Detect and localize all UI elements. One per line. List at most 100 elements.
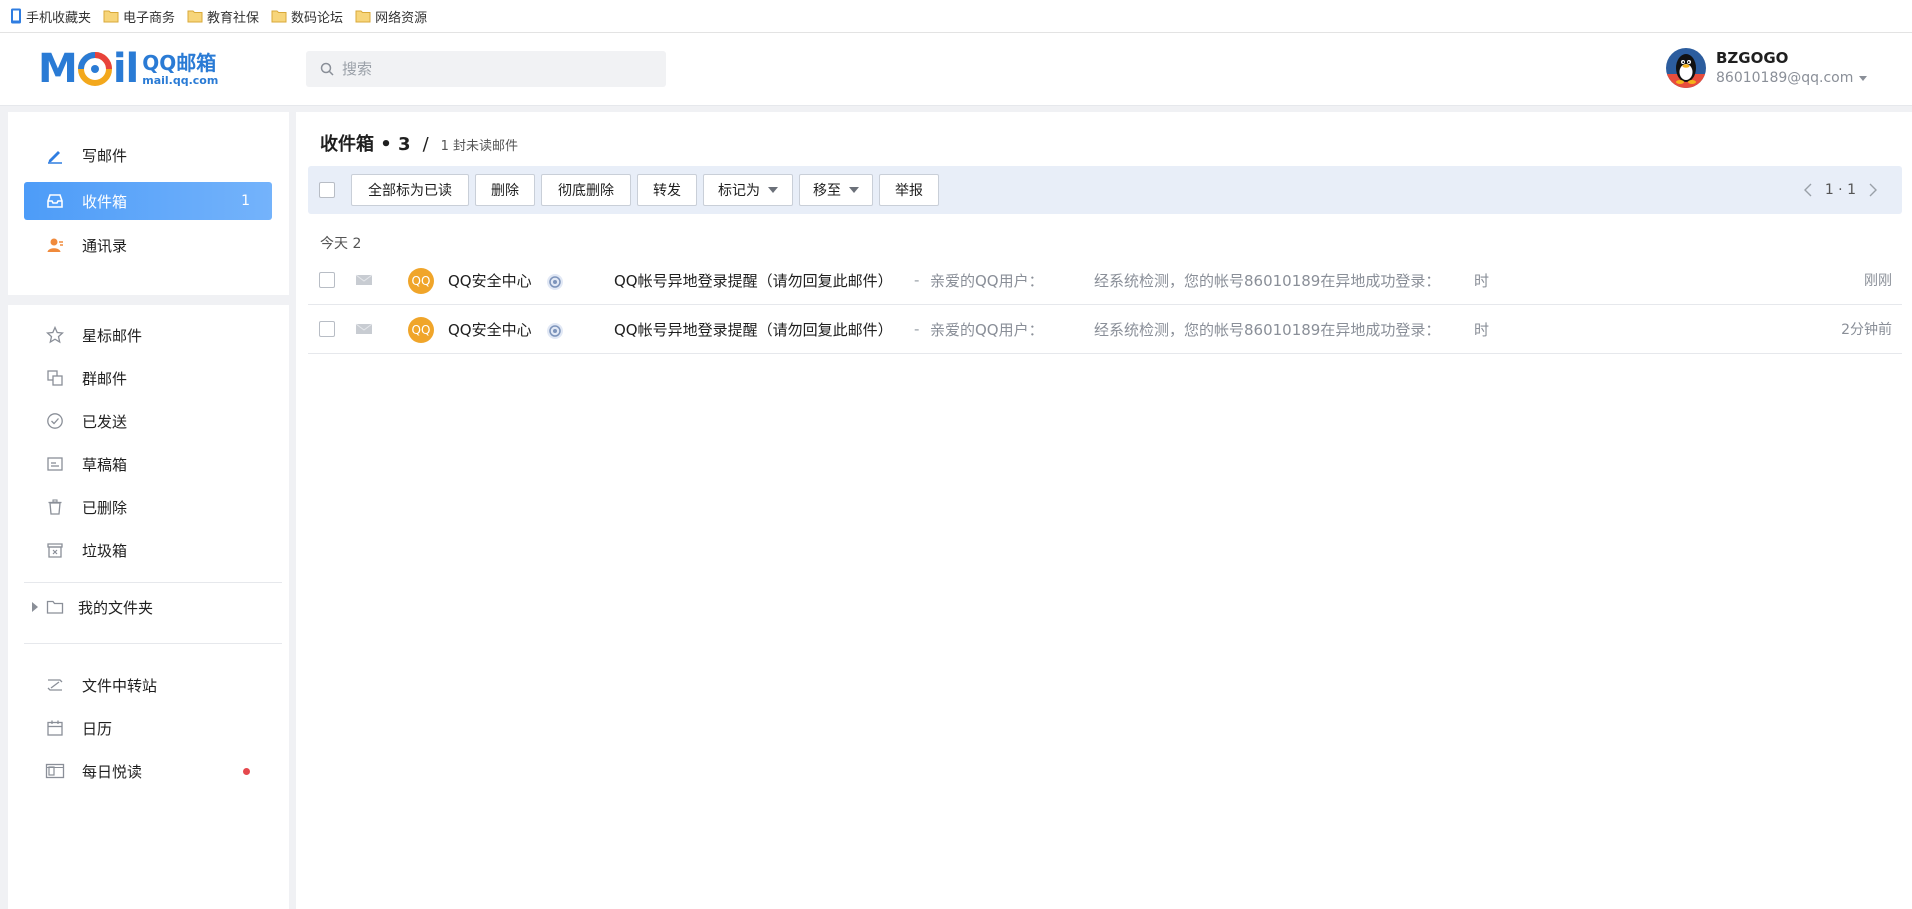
- sidebar-item-label: 收件箱: [82, 192, 128, 211]
- logo-side-text: QQ邮箱 mail.qq.com: [142, 52, 218, 87]
- chevron-down-icon: [768, 187, 778, 193]
- caret-down-icon: [1859, 75, 1868, 81]
- sidebar-item-label: 写邮件: [82, 146, 128, 165]
- inbox-icon: [44, 190, 66, 212]
- sidebar-item-sent[interactable]: 已发送: [24, 402, 272, 440]
- logo-circle-icon: [77, 52, 112, 86]
- sidebar-item-my-folders[interactable]: 我的文件夹: [24, 589, 272, 625]
- sidebar-item-file-transfer[interactable]: 文件中转站: [24, 666, 272, 704]
- sent-check-icon: [44, 410, 66, 432]
- reading-icon: [44, 760, 66, 782]
- folder-icon: [355, 10, 371, 23]
- mail-toolbar: 全部标为已读 删除 彻底删除 转发 标记为 移至 举报 1 · 1: [308, 166, 1902, 214]
- page-title: 收件箱 • 3: [320, 134, 411, 155]
- sidebar-item-compose[interactable]: 写邮件: [24, 136, 272, 174]
- logo-letter-m: M: [38, 46, 78, 92]
- folder-icon: [187, 10, 203, 23]
- email-preview-body: 经系统检测，您的帐号86010189在异地成功登录：: [1094, 320, 1441, 339]
- penguin-avatar-icon: [1666, 48, 1706, 88]
- email-preview-body: 经系统检测，您的帐号86010189在异地成功登录：: [1094, 271, 1441, 290]
- email-preview-greeting: 亲爱的QQ用户：: [930, 271, 1044, 290]
- date-group-label: 今天 2: [320, 236, 362, 252]
- folder-icon: [103, 10, 119, 23]
- sidebar-item-inbox[interactable]: 收件箱 1: [24, 182, 272, 220]
- email-preview-tail: 时: [1474, 271, 1490, 290]
- forward-button[interactable]: 转发: [637, 174, 697, 206]
- notification-dot: [243, 767, 250, 775]
- next-page-icon[interactable]: [1868, 183, 1878, 197]
- search-box[interactable]: [306, 51, 666, 87]
- email-checkbox[interactable]: [319, 272, 335, 288]
- sidebar-item-label: 每日悦读: [82, 762, 143, 781]
- mail-list-panel: 收件箱 • 3 / 1 封未读邮件 全部标为已读 删除 彻底删除 转发 标记为 …: [296, 112, 1912, 909]
- mark-as-label: 标记为: [718, 183, 760, 199]
- email-sender: QQ安全中心: [448, 320, 532, 339]
- user-account[interactable]: BZGOGO 86010189@qq.com: [1666, 48, 1868, 88]
- unread-count-text[interactable]: 1 封未读邮件: [441, 135, 518, 154]
- pagination: 1 · 1: [1803, 166, 1878, 214]
- sidebar-item-label: 已删除: [82, 498, 128, 517]
- sidebar-folders: 星标邮件 群邮件 已发送 草稿箱 已删除 垃圾箱 我的文件夹 文件中转站 日历 …: [8, 305, 289, 909]
- sidebar-item-label: 文件中转站: [82, 676, 158, 695]
- qq-mail-logo[interactable]: M il QQ邮箱 mail.qq.com: [38, 49, 218, 89]
- sender-avatar: QQ: [408, 317, 434, 343]
- move-to-dropdown[interactable]: 移至: [799, 174, 873, 206]
- envelope-read-icon: [355, 274, 373, 285]
- bookmark-digital[interactable]: 数码论坛: [271, 0, 343, 33]
- bookmark-ecommerce[interactable]: 电子商务: [103, 0, 175, 33]
- chevron-down-icon: [849, 187, 859, 193]
- bookmark-label: 电子商务: [123, 10, 176, 26]
- unread-count-badge: 1: [241, 193, 250, 209]
- email-row[interactable]: QQ QQ安全中心 QQ帐号异地登录提醒（请勿回复此邮件） - 亲爱的QQ用户：…: [308, 256, 1902, 305]
- sidebar-item-group-mail[interactable]: 群邮件: [24, 359, 272, 397]
- report-button[interactable]: 举报: [879, 174, 939, 206]
- user-email-dropdown[interactable]: 86010189@qq.com: [1716, 68, 1868, 88]
- bookmark-mobile[interactable]: 手机收藏夹: [10, 0, 91, 33]
- logo-letters-il: il: [112, 46, 139, 92]
- bookmark-label: 手机收藏夹: [26, 10, 92, 26]
- select-all-checkbox[interactable]: [319, 182, 335, 198]
- email-checkbox[interactable]: [319, 321, 335, 337]
- move-to-label: 移至: [813, 183, 841, 199]
- sidebar-item-label: 通讯录: [82, 236, 128, 255]
- delete-permanently-button[interactable]: 彻底删除: [541, 174, 631, 206]
- delete-button[interactable]: 删除: [475, 174, 535, 206]
- bookmark-network[interactable]: 网络资源: [355, 0, 427, 33]
- email-row[interactable]: QQ QQ安全中心 QQ帐号异地登录提醒（请勿回复此邮件） - 亲爱的QQ用户：…: [308, 305, 1902, 354]
- logo-url: mail.qq.com: [142, 73, 219, 87]
- sidebar-primary: 写邮件 收件箱 1 通讯录: [8, 112, 289, 295]
- email-time: 刚刚: [1864, 273, 1892, 289]
- sidebar-item-drafts[interactable]: 草稿箱: [24, 445, 272, 483]
- sidebar-item-spam[interactable]: 垃圾箱: [24, 531, 272, 569]
- mark-all-read-button[interactable]: 全部标为已读: [351, 174, 469, 206]
- spam-bin-icon: [44, 539, 66, 561]
- subject-separator: -: [914, 271, 920, 289]
- sidebar-item-contacts[interactable]: 通讯录: [24, 226, 272, 264]
- avatar[interactable]: [1666, 48, 1706, 88]
- email-sender: QQ安全中心: [448, 271, 532, 290]
- calendar-icon: [44, 717, 66, 739]
- group-mail-icon: [44, 367, 66, 389]
- folder-outline-icon: [46, 600, 64, 614]
- contacts-icon: [44, 234, 66, 256]
- user-email: 86010189@qq.com: [1716, 70, 1854, 86]
- page-indicator: 1 · 1: [1824, 182, 1856, 198]
- app-header: M il QQ邮箱 mail.qq.com 搜索 BZGOGO 86010189…: [0, 33, 1912, 106]
- logo-qq-mail: QQ邮箱: [142, 50, 217, 75]
- prev-page-icon[interactable]: [1803, 183, 1813, 197]
- bookmark-label: 教育社保: [207, 10, 260, 26]
- sidebar-item-calendar[interactable]: 日历: [24, 709, 272, 747]
- email-time: 2分钟前: [1841, 322, 1892, 338]
- folder-header: 收件箱 • 3 / 1 封未读邮件: [320, 130, 518, 156]
- expand-arrow-icon[interactable]: [32, 602, 38, 612]
- sidebar-item-deleted[interactable]: 已删除: [24, 488, 272, 526]
- sidebar-item-starred[interactable]: 星标邮件: [24, 316, 272, 354]
- sidebar-item-label: 草稿箱: [82, 455, 128, 474]
- email-preview-tail: 时: [1474, 320, 1490, 339]
- bookmark-education[interactable]: 教育社保: [187, 0, 259, 33]
- mark-as-dropdown[interactable]: 标记为: [703, 174, 793, 206]
- sidebar-item-daily-reading[interactable]: 每日悦读: [24, 752, 272, 790]
- search-input[interactable]: [342, 60, 642, 78]
- sender-avatar: QQ: [408, 268, 434, 294]
- search-icon: [320, 62, 334, 76]
